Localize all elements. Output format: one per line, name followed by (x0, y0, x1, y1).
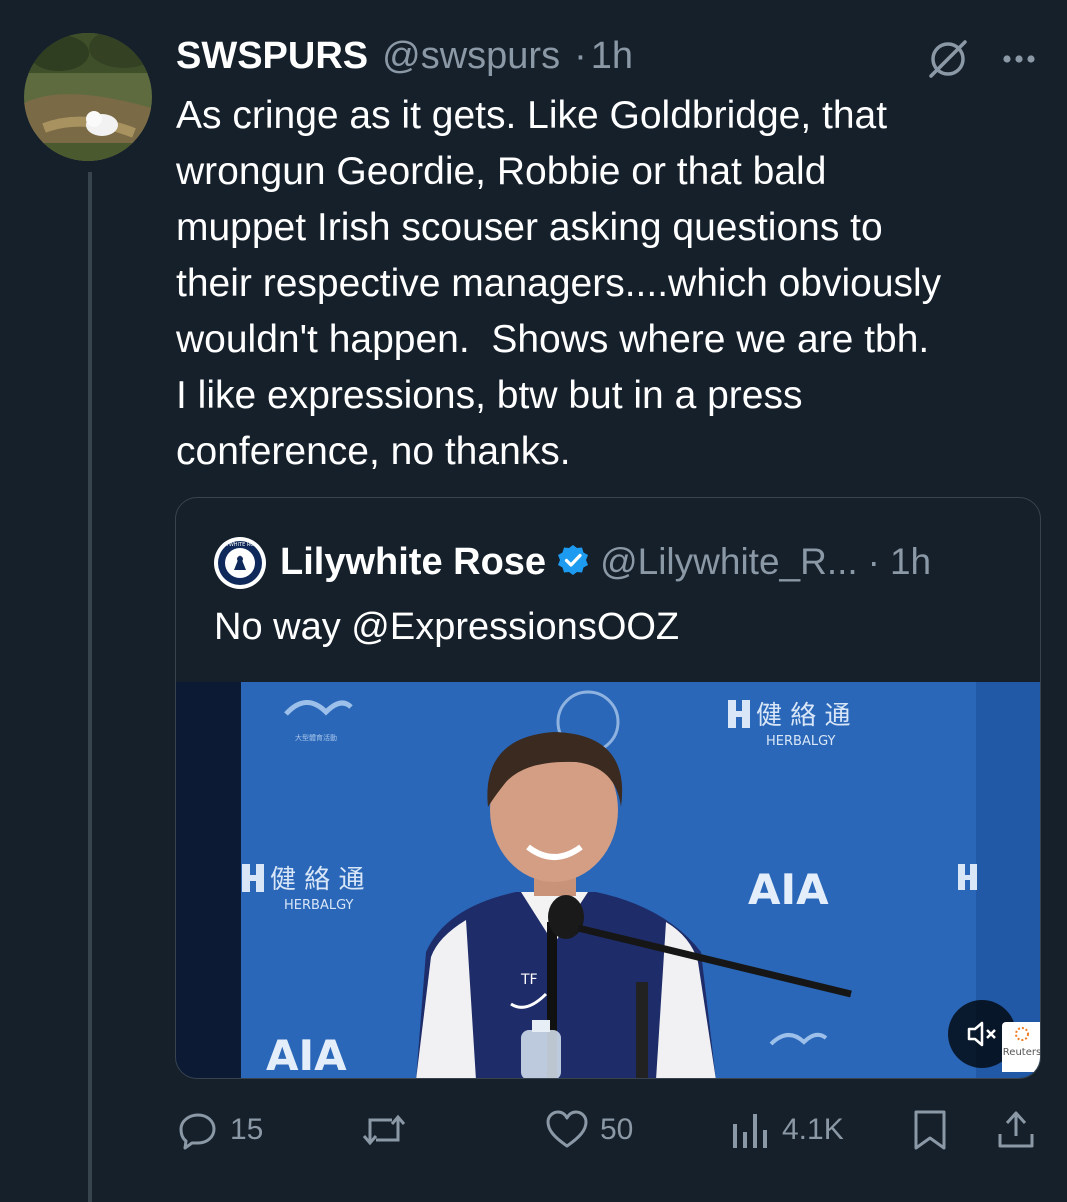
quoted-time-separator: · (867, 541, 880, 582)
quoted-display-name[interactable]: Lilywhite Rose (280, 541, 546, 584)
author-display-name[interactable]: SWSPURS (176, 35, 368, 78)
author-handle[interactable]: @swspurs (382, 35, 560, 78)
tweet-text: As cringe as it gets. Like Goldbridge, t… (176, 94, 942, 473)
bookmark-button[interactable] (910, 1100, 950, 1160)
more-icon[interactable] (996, 36, 1042, 82)
reuters-watermark: Reuters (1002, 1022, 1040, 1072)
reply-count: 15 (230, 1113, 264, 1146)
quoted-handle[interactable]: @Lilywhite_R... (600, 541, 858, 583)
quoted-video[interactable]: 大型體育活動 健 絡 通 HERBALGY 健 絡 通 HERBALGY AIA… (176, 682, 1040, 1079)
quoted-time[interactable]: 1h (890, 541, 931, 583)
views-chart-icon (733, 1114, 767, 1148)
herbalgy-cn-left: 健 絡 通 (270, 865, 365, 895)
quoted-header: Lilywhite Rose @Lilywhite_R... · 1h (280, 534, 931, 590)
tweet-time[interactable]: 1h (591, 35, 633, 78)
shirt-initials: TF (520, 972, 538, 988)
action-bar: 15 50 4.1K (0, 1100, 1067, 1160)
repost-icon (362, 1114, 406, 1146)
reply-button[interactable]: 15 (176, 1100, 263, 1160)
volume-muted-icon (967, 1021, 996, 1047)
bookmark-icon (914, 1110, 946, 1150)
reply-icon (179, 1113, 216, 1150)
quoted-author-avatar[interactable]: LILYWHITE ROSE (214, 537, 266, 589)
aia-logo-right: AIA (748, 865, 829, 914)
quoted-tweet[interactable]: LILYWHITE ROSE Lilywhite Rose @Lilywhite… (175, 497, 1041, 1079)
svg-text:大型體育活動: 大型體育活動 (295, 733, 337, 742)
views-button[interactable]: 4.1K (728, 1100, 844, 1160)
verified-badge-icon (556, 543, 590, 582)
heart-icon (546, 1110, 588, 1148)
share-icon (998, 1111, 1034, 1148)
like-button[interactable]: 50 (544, 1100, 633, 1160)
grok-icon[interactable] (925, 36, 971, 82)
herbalgy-en-left: HERBALGY (284, 898, 354, 913)
handle-time-separator: · (574, 34, 587, 77)
herbalgy-en-top: HERBALGY (766, 734, 836, 749)
quoted-logo-text: LILYWHITE ROSE (219, 542, 260, 548)
herbalgy-cn-top: 健 絡 通 (756, 701, 851, 731)
author-avatar[interactable] (24, 33, 152, 161)
tweet-header: SWSPURS @swspurs · 1h (176, 28, 633, 84)
like-count: 50 (600, 1113, 634, 1146)
quoted-text: No way @ExpressionsOOZ (214, 606, 680, 648)
share-button[interactable] (994, 1100, 1038, 1160)
aia-logo-left: AIA (266, 1031, 347, 1079)
thread-line (88, 172, 92, 1202)
video-frame: 大型體育活動 健 絡 通 HERBALGY 健 絡 通 HERBALGY AIA… (176, 682, 1040, 1079)
repost-button[interactable] (360, 1100, 418, 1160)
view-count: 4.1K (782, 1113, 844, 1146)
